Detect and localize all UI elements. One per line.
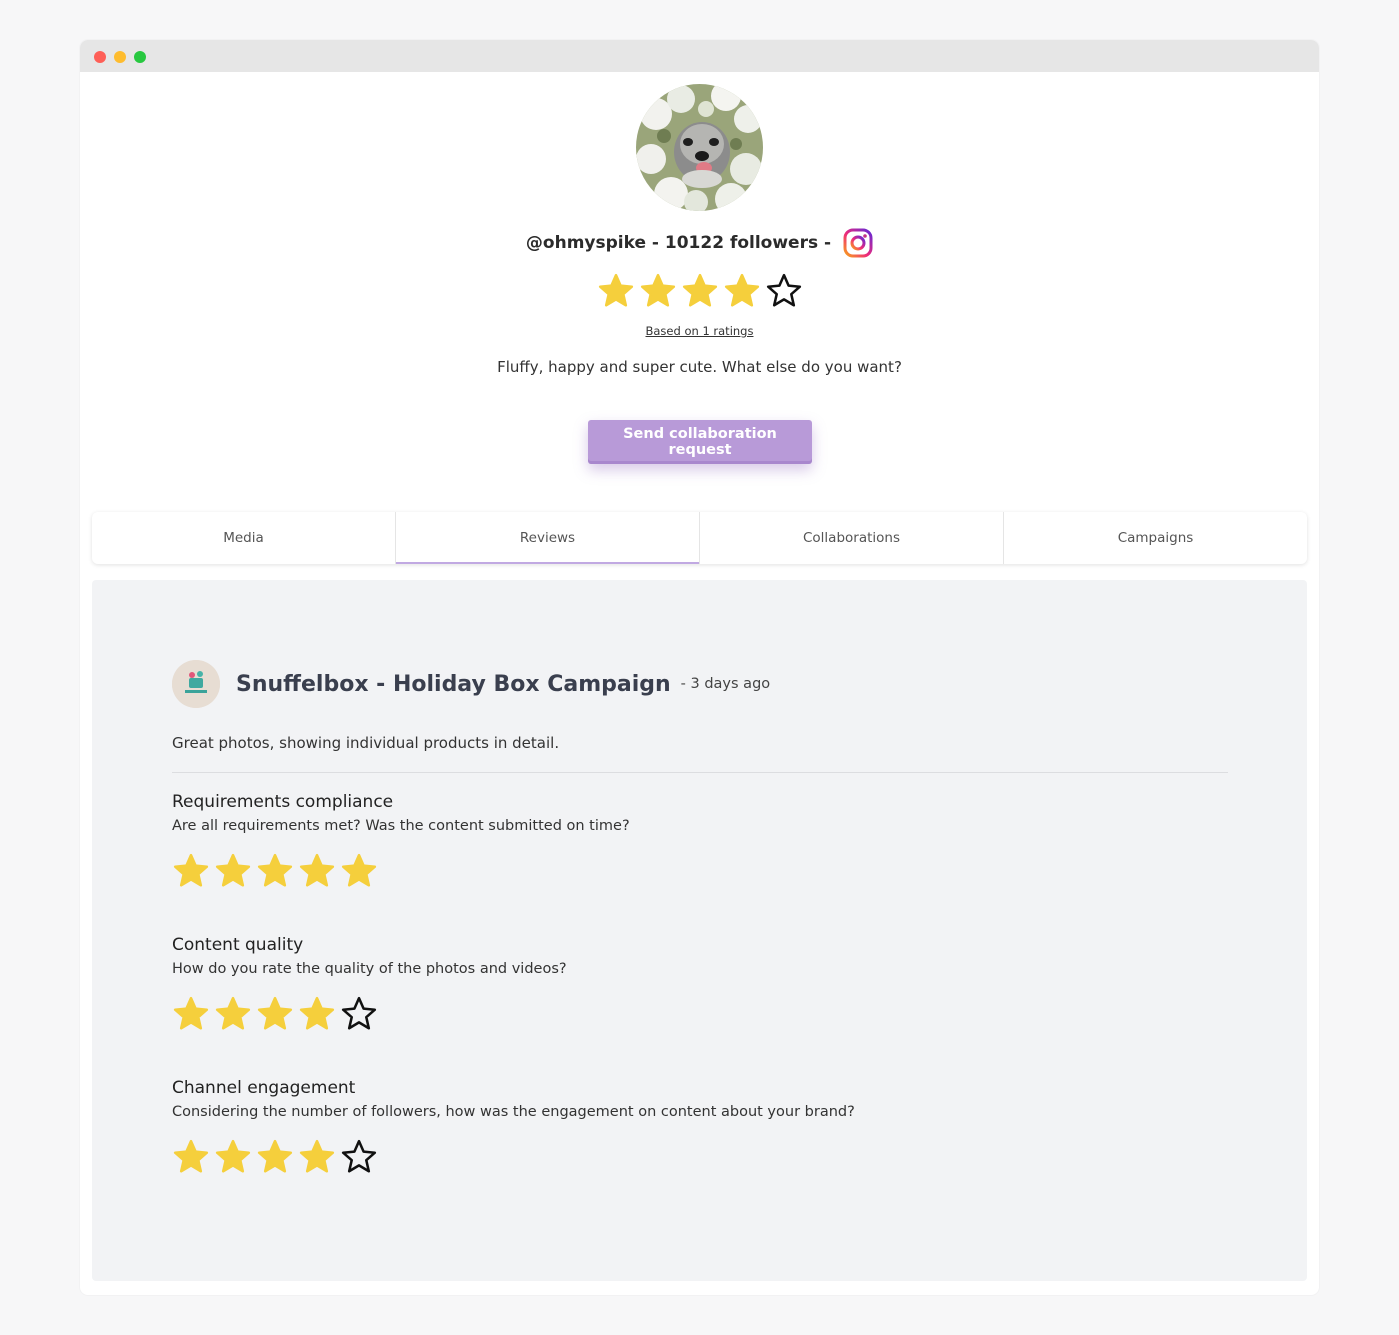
profile-handle: @ohmyspike - 10122 followers - bbox=[525, 233, 832, 253]
browser-window: @ohmyspike - 10122 followers - Based on … bbox=[80, 40, 1319, 1295]
profile-rating-stars bbox=[80, 272, 1319, 312]
star-filled-icon bbox=[298, 1138, 336, 1180]
criterion-requirements-compliance: Requirements compliance Are all requirem… bbox=[172, 792, 630, 894]
star-empty-icon bbox=[340, 995, 378, 1037]
criterion-rating-stars bbox=[172, 995, 567, 1037]
tab-media[interactable]: Media bbox=[92, 512, 396, 564]
review-divider bbox=[172, 772, 1228, 773]
review-header: Snuffelbox - Holiday Box Campaign - 3 da… bbox=[172, 660, 770, 708]
brand-logo bbox=[172, 660, 220, 708]
criterion-content-quality: Content quality How do you rate the qual… bbox=[172, 935, 567, 1037]
ratings-count-link[interactable]: Based on 1 ratings bbox=[80, 324, 1319, 338]
criterion-rating-stars bbox=[172, 1138, 855, 1180]
window-titlebar bbox=[80, 40, 1319, 72]
star-filled-icon bbox=[256, 852, 294, 894]
review-time: - 3 days ago bbox=[680, 676, 771, 692]
star-filled-icon bbox=[298, 852, 336, 894]
tab-reviews[interactable]: Reviews bbox=[396, 512, 700, 564]
star-filled-icon bbox=[256, 995, 294, 1037]
criterion-rating-stars bbox=[172, 852, 630, 894]
minimize-window-button[interactable] bbox=[114, 51, 126, 63]
instagram-icon[interactable] bbox=[843, 228, 873, 258]
criterion-title: Requirements compliance bbox=[172, 792, 394, 812]
send-collaboration-request-button[interactable]: Send collaboration request bbox=[588, 420, 812, 464]
star-filled-icon bbox=[681, 272, 719, 312]
star-filled-icon bbox=[298, 995, 336, 1037]
star-filled-icon bbox=[214, 852, 252, 894]
tab-collaborations[interactable]: Collaborations bbox=[700, 512, 1004, 564]
tab-campaigns[interactable]: Campaigns bbox=[1004, 512, 1307, 564]
star-filled-icon bbox=[172, 1138, 210, 1180]
star-filled-icon bbox=[214, 1138, 252, 1180]
profile-avatar bbox=[636, 84, 763, 211]
star-filled-icon bbox=[340, 852, 378, 894]
profile-tabs: Media Reviews Collaborations Campaigns bbox=[92, 512, 1307, 564]
star-filled-icon bbox=[639, 272, 677, 312]
star-filled-icon bbox=[597, 272, 635, 312]
reviews-panel: Snuffelbox - Holiday Box Campaign - 3 da… bbox=[92, 580, 1307, 1281]
criterion-description: Are all requirements met? Was the conten… bbox=[172, 818, 630, 834]
star-filled-icon bbox=[214, 995, 252, 1037]
close-window-button[interactable] bbox=[94, 51, 106, 63]
profile-bio: Fluffy, happy and super cute. What else … bbox=[497, 358, 902, 376]
review-title: Snuffelbox - Holiday Box Campaign bbox=[236, 671, 671, 697]
criterion-title: Channel engagement bbox=[172, 1078, 356, 1098]
maximize-window-button[interactable] bbox=[134, 51, 146, 63]
review-text: Great photos, showing individual product… bbox=[172, 734, 560, 752]
star-empty-icon bbox=[340, 1138, 378, 1180]
star-filled-icon bbox=[172, 995, 210, 1037]
criterion-title: Content quality bbox=[172, 935, 304, 955]
star-empty-icon bbox=[765, 272, 803, 312]
profile-handle-row: @ohmyspike - 10122 followers - bbox=[80, 228, 1319, 258]
criterion-description: How do you rate the quality of the photo… bbox=[172, 961, 567, 977]
star-filled-icon bbox=[172, 852, 210, 894]
star-filled-icon bbox=[256, 1138, 294, 1180]
criterion-channel-engagement: Channel engagement Considering the numbe… bbox=[172, 1078, 855, 1180]
criterion-description: Considering the number of followers, how… bbox=[172, 1104, 855, 1120]
star-filled-icon bbox=[723, 272, 761, 312]
